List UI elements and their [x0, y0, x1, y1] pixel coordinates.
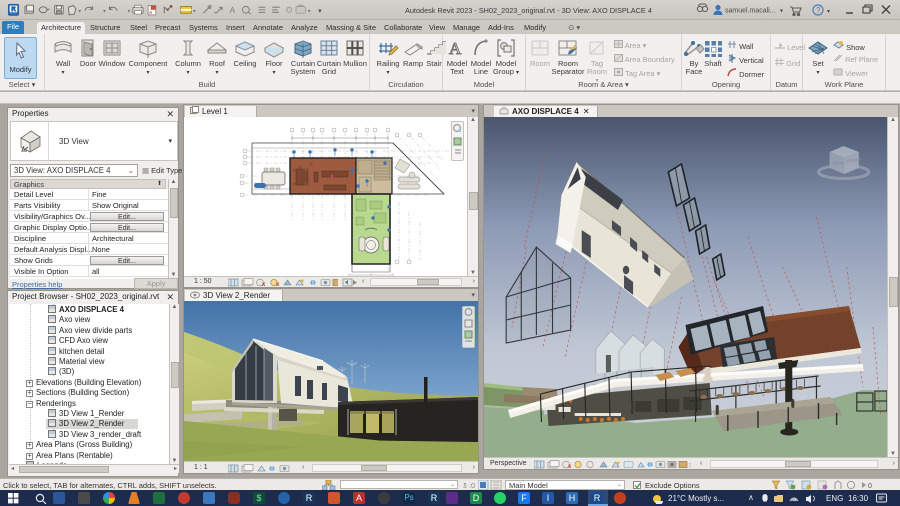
- svg-text:A: A: [230, 6, 236, 15]
- svg-text:x: x: [262, 282, 266, 287]
- svg-text:▾: ▾: [827, 9, 830, 15]
- svg-text:▾: ▾: [318, 8, 322, 15]
- svg-text:x: x: [276, 282, 280, 287]
- svg-text:▾: ▾: [128, 8, 131, 14]
- svg-text:?: ?: [816, 6, 821, 15]
- svg-text:▾: ▾: [78, 8, 81, 14]
- svg-text:⁝: ⁝: [689, 463, 691, 469]
- svg-text:x: x: [568, 464, 572, 469]
- svg-text:A: A: [449, 39, 462, 58]
- svg-text:▾: ▾: [103, 8, 106, 14]
- svg-text:samuel.macali...: samuel.macali...: [725, 8, 776, 15]
- svg-text:0: 0: [868, 483, 872, 490]
- svg-text:▾: ▾: [193, 8, 196, 14]
- svg-text:▾: ▾: [308, 8, 311, 14]
- svg-text:▾: ▾: [780, 9, 783, 15]
